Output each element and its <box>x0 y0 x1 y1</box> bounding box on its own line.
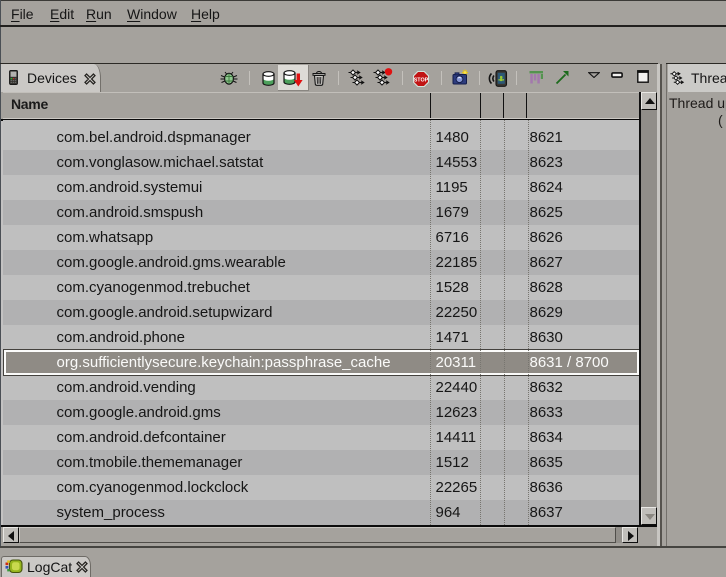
svg-text:STOP: STOP <box>414 77 429 83</box>
